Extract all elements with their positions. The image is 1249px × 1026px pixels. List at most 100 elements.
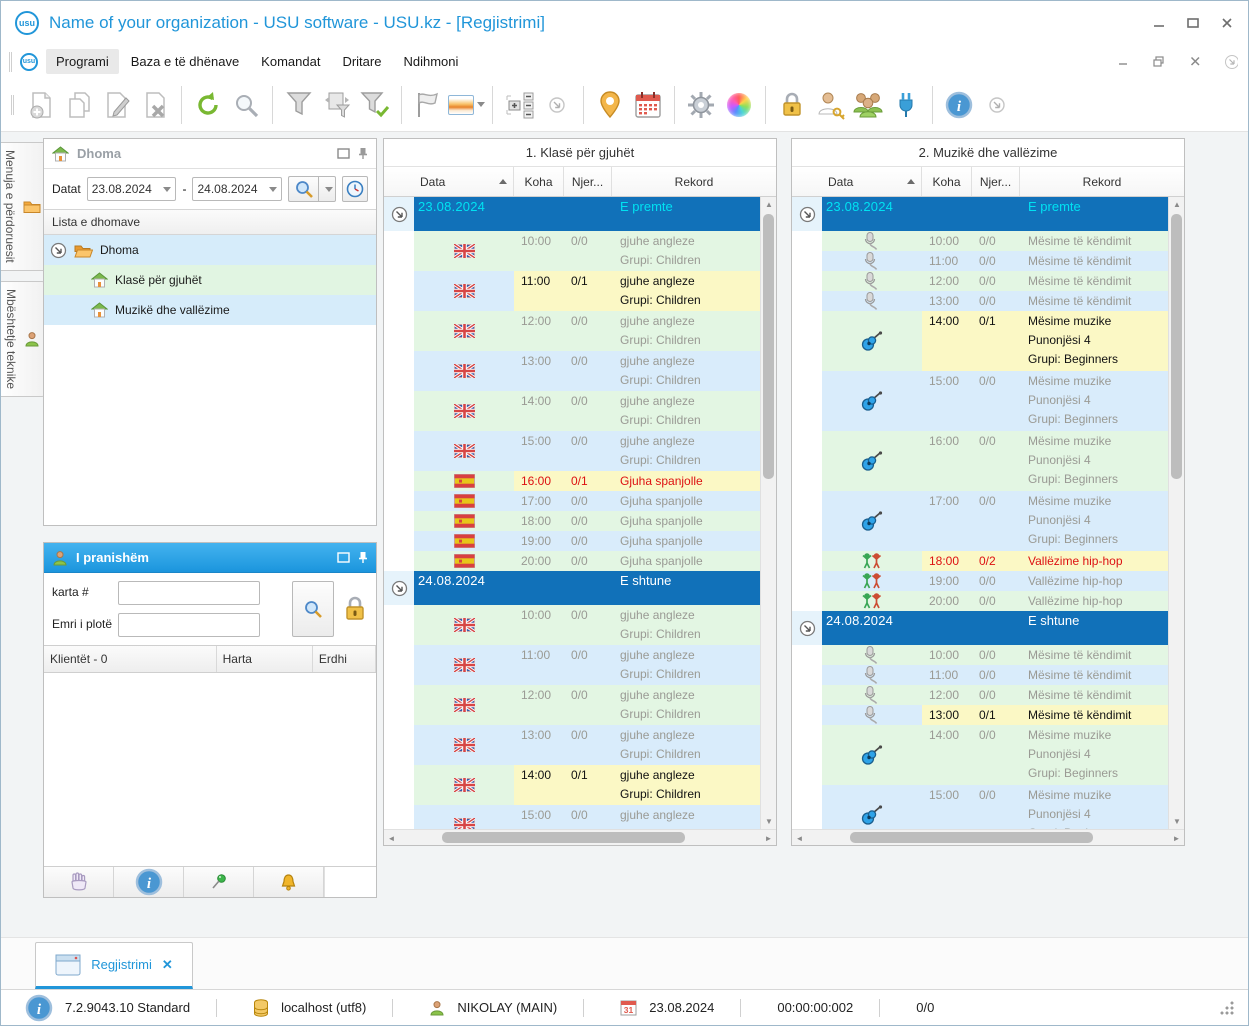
tree-item-3[interactable]: Muzikë dhe vallëzime bbox=[44, 295, 376, 325]
dock-tab-1[interactable]: Menuja e përdoruesit bbox=[1, 142, 46, 271]
search-button[interactable] bbox=[227, 85, 265, 125]
date-band-row[interactable]: 24.08.2024 E shtune bbox=[792, 611, 1168, 645]
pin-panel-icon[interactable] bbox=[358, 147, 368, 160]
schedule-row[interactable]: 12:00 0/0 Mësime të këndimit bbox=[792, 685, 1168, 705]
overflow-button[interactable] bbox=[538, 85, 576, 125]
column-header-njer[interactable]: Njer... bbox=[972, 167, 1020, 196]
horizontal-scrollbar[interactable]: ◄ ► bbox=[384, 829, 776, 845]
float-panel-icon[interactable] bbox=[337, 148, 350, 159]
schedule-row[interactable]: 17:00 0/0 Gjuha spanjolle bbox=[384, 491, 760, 511]
search-client-button[interactable] bbox=[292, 581, 334, 637]
schedule-row[interactable]: 15:000/0gjuhe anglezeGrupi: Children bbox=[384, 805, 760, 829]
schedule-row[interactable]: 14:00 0/1 Mësime muzike Punonjësi 4 Grupi: B… bbox=[792, 311, 1168, 371]
calendar-button[interactable] bbox=[629, 85, 667, 125]
toolbar-grip[interactable] bbox=[9, 51, 12, 72]
column-header-data[interactable]: Data bbox=[414, 167, 514, 196]
settings-gear-button[interactable] bbox=[682, 85, 720, 125]
schedule-row[interactable]: 20:00 0/0 Vallëzime hip-hop bbox=[792, 591, 1168, 611]
schedule-row[interactable]: 19:00 0/0 Vallëzime hip-hop bbox=[792, 571, 1168, 591]
filter-button[interactable] bbox=[280, 85, 318, 125]
clients-column-header-1[interactable]: Klientët - 0 bbox=[44, 646, 217, 672]
room-list-header[interactable]: Lista e dhomave bbox=[44, 209, 376, 235]
image-preview-button[interactable] bbox=[447, 85, 485, 125]
delete-doc-button[interactable] bbox=[136, 85, 174, 125]
schedule-row[interactable]: 10:00 0/0 gjuhe angleze Grupi: Children bbox=[384, 605, 760, 645]
vertical-scrollbar[interactable]: ▲ ▼ bbox=[1168, 197, 1184, 829]
filter-range-button[interactable] bbox=[318, 85, 356, 125]
filter-check-button[interactable] bbox=[356, 85, 394, 125]
column-header-koha[interactable]: Koha bbox=[922, 167, 972, 196]
tree-item-1[interactable]: Dhoma bbox=[44, 235, 376, 265]
column-header-data[interactable]: Data bbox=[822, 167, 922, 196]
expand-day-icon[interactable] bbox=[391, 206, 408, 223]
schedule-row[interactable]: 12:00 0/0 gjuhe angleze Grupi: Children bbox=[384, 685, 760, 725]
copy-doc-button[interactable] bbox=[60, 85, 98, 125]
close-icon[interactable] bbox=[1220, 17, 1234, 29]
schedule-row[interactable]: 17:00 0/0 Mësime muzike Punonjësi 4 Grupi: B… bbox=[792, 491, 1168, 551]
lock-icon[interactable] bbox=[342, 595, 368, 623]
schedule-row[interactable]: 13:00 0/0 gjuhe angleze Grupi: Children bbox=[384, 351, 760, 391]
schedule-row[interactable]: 11:00 0/1 gjuhe angleze Grupi: Children bbox=[384, 271, 760, 311]
info-button[interactable]: i bbox=[940, 85, 978, 125]
user-key-button[interactable] bbox=[811, 85, 849, 125]
column-header-rekord[interactable]: Rekord bbox=[1020, 167, 1184, 196]
schedule-row[interactable]: 10:00 0/0 Mësime të këndimit bbox=[792, 645, 1168, 665]
menu-item-5[interactable]: Ndihmoni bbox=[393, 49, 468, 74]
schedule-row[interactable]: 14:00 0/1 gjuhe angleze Grupi: Children bbox=[384, 765, 760, 805]
bell-button[interactable] bbox=[254, 867, 324, 897]
schedule-row[interactable]: 12:00 0/0 Mësime të këndimit bbox=[792, 271, 1168, 291]
menu-item-2[interactable]: Baza e të dhënave bbox=[121, 49, 249, 74]
clients-column-header-3[interactable]: Erdhi bbox=[313, 646, 376, 672]
column-header-njer[interactable]: Njer... bbox=[564, 167, 612, 196]
search-options-button[interactable] bbox=[318, 176, 337, 202]
collapse-icon[interactable] bbox=[50, 242, 67, 259]
menu-overflow-icon[interactable] bbox=[1224, 54, 1238, 69]
date-band-row[interactable]: 23.08.2024 E premte bbox=[792, 197, 1168, 231]
expand-day-icon[interactable] bbox=[799, 206, 816, 223]
date-from-dropdown[interactable]: 23.08.2024 bbox=[86, 177, 177, 201]
tree-item-2[interactable]: Klasë për gjuhët bbox=[44, 265, 376, 295]
mdi-close-icon[interactable] bbox=[1188, 56, 1202, 68]
schedule-row[interactable]: 13:00 0/0 gjuhe angleze Grupi: Children bbox=[384, 725, 760, 765]
edit-doc-button[interactable] bbox=[98, 85, 136, 125]
minimize-icon[interactable] bbox=[1152, 17, 1166, 29]
expand-day-icon[interactable] bbox=[391, 580, 408, 597]
schedule-row[interactable]: 11:00 0/0 gjuhe angleze Grupi: Children bbox=[384, 645, 760, 685]
schedule-row[interactable]: 10:00 0/0 Mësime të këndimit bbox=[792, 231, 1168, 251]
color-wheel-button[interactable] bbox=[720, 85, 758, 125]
expand-day-icon[interactable] bbox=[799, 620, 816, 637]
hand-button[interactable] bbox=[44, 867, 114, 897]
maximize-icon[interactable] bbox=[1186, 17, 1200, 29]
horizontal-scrollbar[interactable]: ◄ ► bbox=[792, 829, 1184, 845]
schedule-row[interactable]: 12:00 0/0 gjuhe angleze Grupi: Children bbox=[384, 311, 760, 351]
schedule-row[interactable]: 14:00 0/0 gjuhe angleze Grupi: Children bbox=[384, 391, 760, 431]
flag-button[interactable] bbox=[409, 85, 447, 125]
schedule-row[interactable]: 11:00 0/0 Mësime të këndimit bbox=[792, 665, 1168, 685]
menu-item-3[interactable]: Komandat bbox=[251, 49, 330, 74]
schedule-row[interactable]: 13:00 0/0 Mësime të këndimit bbox=[792, 291, 1168, 311]
pin-panel-icon[interactable] bbox=[358, 551, 368, 564]
zoom-tools-button[interactable] bbox=[500, 85, 538, 125]
schedule-row[interactable]: 19:00 0/0 Gjuha spanjolle bbox=[384, 531, 760, 551]
schedule-row[interactable]: 13:00 0/1 Mësime të këndimit bbox=[792, 705, 1168, 725]
float-panel-icon[interactable] bbox=[337, 552, 350, 563]
schedule-row[interactable]: 18:00 0/0 Gjuha spanjolle bbox=[384, 511, 760, 531]
mdi-minimize-icon[interactable] bbox=[1116, 56, 1130, 68]
clients-column-header-2[interactable]: Harta bbox=[217, 646, 313, 672]
resize-grip[interactable] bbox=[1220, 1000, 1234, 1015]
schedule-row[interactable]: 11:00 0/0 Mësime të këndimit bbox=[792, 251, 1168, 271]
card-number-input[interactable] bbox=[118, 581, 261, 605]
search-rooms-button[interactable] bbox=[288, 176, 319, 202]
schedule-row[interactable]: 15:000/0Mësime muzikePunonjësi 4Grupi: B… bbox=[792, 371, 1168, 431]
schedule-row[interactable]: 20:00 0/0 Gjuha spanjolle bbox=[384, 551, 760, 571]
schedule-row[interactable]: 15:000/0Mësime muzikePunonjësi 4Grupi: B… bbox=[792, 785, 1168, 829]
mdi-restore-icon[interactable] bbox=[1152, 55, 1166, 68]
schedule-row[interactable]: 18:00 0/2 Vallëzime hip-hop bbox=[792, 551, 1168, 571]
date-band-row[interactable]: 24.08.2024 E shtune bbox=[384, 571, 760, 605]
menu-item-4[interactable]: Dritare bbox=[332, 49, 391, 74]
dock-tab-2[interactable]: Mbështetje teknike bbox=[1, 280, 45, 397]
menu-item-1[interactable]: Programi bbox=[46, 49, 119, 74]
tab-regjistrimi[interactable]: Regjistrimi ✕ bbox=[35, 942, 193, 989]
tab-close-icon[interactable]: ✕ bbox=[162, 957, 173, 973]
schedule-row[interactable]: 16:00 0/1 Gjuha spanjolle bbox=[384, 471, 760, 491]
